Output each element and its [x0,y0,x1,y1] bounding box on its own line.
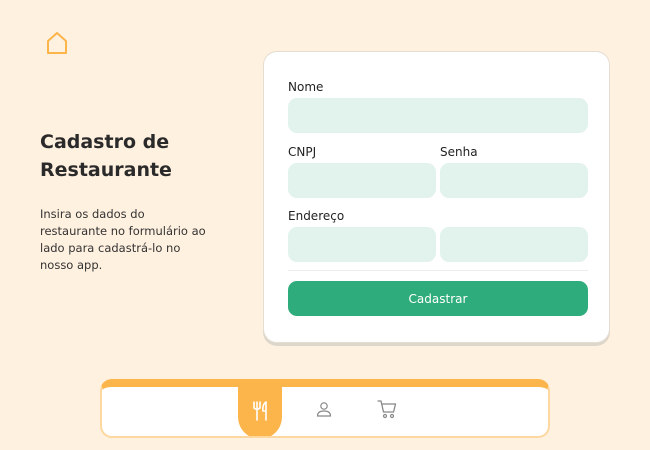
page-description: Insira os dados do restaurante no formul… [40,206,210,274]
description-line-2: restaurante no formulário ao [40,224,206,238]
nav-item-cart[interactable] [376,400,398,422]
page-title-line-1: Cadastro de [40,131,170,153]
form-divider [288,270,588,271]
registration-form-card: Nome CNPJ Senha Endereço Cadastrar [263,51,610,343]
description-line-4: nosso app. [40,258,103,272]
page-title-line-2: Restaurante [40,159,172,181]
endereco-complement-input[interactable] [440,227,588,262]
description-line-3: lado para cadastrá-lo no [40,241,181,255]
cart-icon [376,398,398,424]
bottom-navigation [100,379,550,438]
cadastrar-button[interactable]: Cadastrar [288,281,588,316]
intro-section: Cadastro de Restaurante Insira os dados … [40,128,210,274]
page-title: Cadastro de Restaurante [40,128,210,184]
nav-item-profile[interactable] [314,401,334,421]
home-icon[interactable] [44,30,70,56]
cnpj-label: CNPJ [288,145,317,159]
nome-label: Nome [288,80,324,94]
cnpj-input[interactable] [288,163,436,198]
senha-input[interactable] [440,163,588,198]
restaurant-icon [251,401,269,425]
endereco-label: Endereço [288,209,345,223]
description-line-1: Insira os dados do [40,207,145,221]
user-icon [315,400,333,422]
senha-label: Senha [440,145,478,159]
endereco-input[interactable] [288,227,436,262]
nome-input[interactable] [288,98,588,133]
nav-item-restaurant[interactable] [238,387,282,436]
